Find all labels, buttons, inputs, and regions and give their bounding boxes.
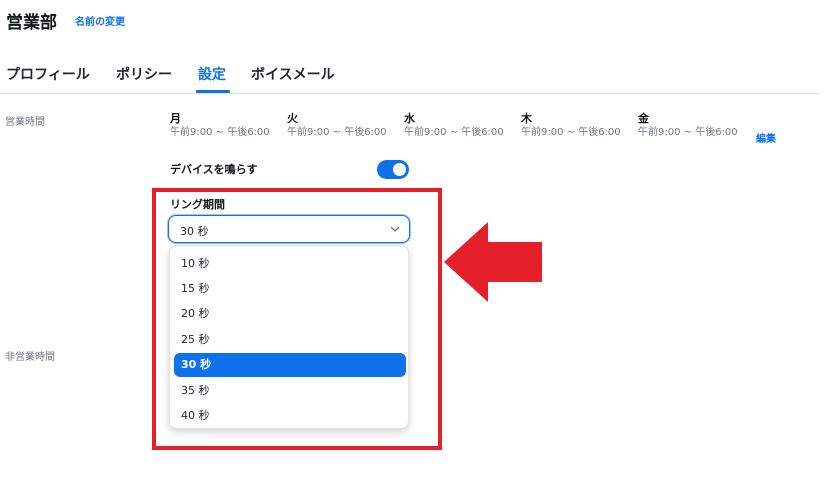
after-hours-label: 非営業時間 [5,352,55,363]
tab-bar: プロフィール ポリシー 設定 ボイスメール [0,62,820,94]
day-name: 水 [404,112,415,125]
day-hours: 午前9:00 ~ 午後6:00 [521,127,621,138]
ring-devices-label: デバイスを鳴らす [170,163,258,176]
active-tab-indicator [196,90,230,93]
annotation-highlight-box [152,188,442,450]
day-tuesday: 火 午前9:00 ~ 午後6:00 [287,112,387,140]
arrow-left-icon [444,222,542,302]
toggle-knob [393,163,406,176]
ring-devices-toggle[interactable] [377,160,409,179]
day-hours: 午前9:00 ~ 午後6:00 [404,127,504,138]
day-name: 火 [287,112,298,125]
tab-voicemail[interactable]: ボイスメール [251,64,335,84]
day-friday: 金 午前9:00 ~ 午後6:00 [638,112,738,140]
day-thursday: 木 午前9:00 ~ 午後6:00 [521,112,621,140]
rename-link[interactable]: 名前の変更 [75,13,125,28]
day-name: 金 [638,112,649,125]
business-hours-label: 営業時間 [5,117,45,128]
day-name: 月 [170,112,181,125]
page-title: 営業部 [6,13,57,33]
day-name: 木 [521,112,532,125]
tab-profile[interactable]: プロフィール [6,64,90,84]
edit-hours-link[interactable]: 編集 [756,130,776,145]
day-hours: 午前9:00 ~ 午後6:00 [287,127,387,138]
day-hours: 午前9:00 ~ 午後6:00 [170,127,270,138]
tab-settings[interactable]: 設定 [198,64,226,84]
tab-policy[interactable]: ポリシー [116,64,172,84]
day-wednesday: 水 午前9:00 ~ 午後6:00 [404,112,504,140]
day-hours: 午前9:00 ~ 午後6:00 [638,127,738,138]
day-monday: 月 午前9:00 ~ 午後6:00 [170,112,270,140]
